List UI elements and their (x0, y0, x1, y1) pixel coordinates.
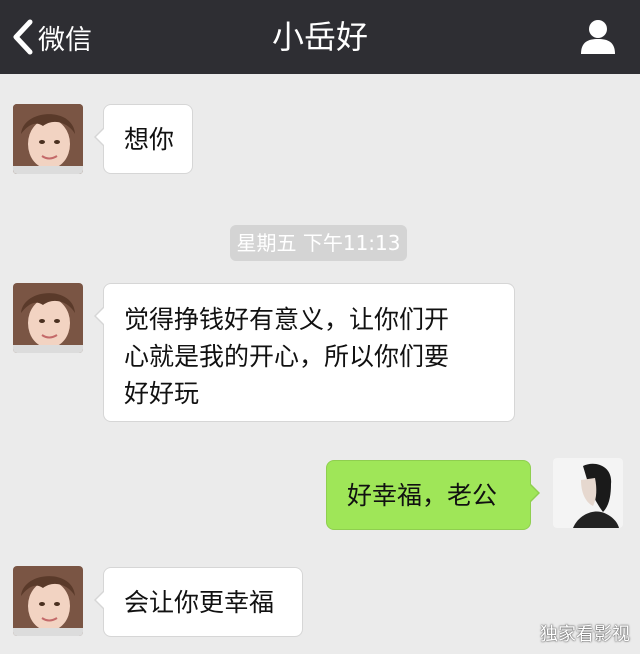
message-text-line: 心就是我的开心，所以你们要 (124, 342, 450, 371)
message-bubble-outgoing[interactable]: 好幸福，老公 (326, 460, 540, 530)
chat-title: 小岳好 (271, 18, 368, 56)
message-text: 好幸福，老公 (347, 481, 498, 510)
timestamp-chip: 星期五 下午11:13 (230, 225, 407, 261)
contact-avatar[interactable] (13, 283, 83, 353)
own-avatar[interactable] (553, 458, 623, 528)
message-bubble-incoming[interactable]: 会让你更幸福 (94, 567, 303, 637)
message-bubble-incoming[interactable]: 想你 (94, 104, 193, 174)
chevron-left-icon (13, 19, 33, 55)
back-button[interactable]: 微信 (10, 14, 92, 60)
woman-avatar-image (553, 458, 623, 528)
message-bubble-incoming[interactable]: 觉得挣钱好有意义，让你们开 心就是我的开心，所以你们要 好好玩 (94, 283, 515, 422)
message-text: 会让你更幸福 (124, 588, 275, 617)
back-label: 微信 (38, 24, 92, 56)
girl-avatar-image (13, 283, 83, 353)
person-icon (581, 20, 615, 54)
profile-button[interactable] (578, 18, 618, 56)
girl-avatar-image (13, 104, 83, 174)
watermark: 独家看影视 (540, 624, 630, 645)
navigation-bar: 微信 小岳好 (0, 0, 640, 74)
contact-avatar[interactable] (13, 104, 83, 174)
contact-avatar[interactable] (13, 566, 83, 636)
message-text-line: 好好玩 (124, 379, 200, 408)
message-text: 想你 (124, 125, 175, 154)
girl-avatar-image (13, 566, 83, 636)
message-text-line: 觉得挣钱好有意义，让你们开 (124, 305, 450, 334)
